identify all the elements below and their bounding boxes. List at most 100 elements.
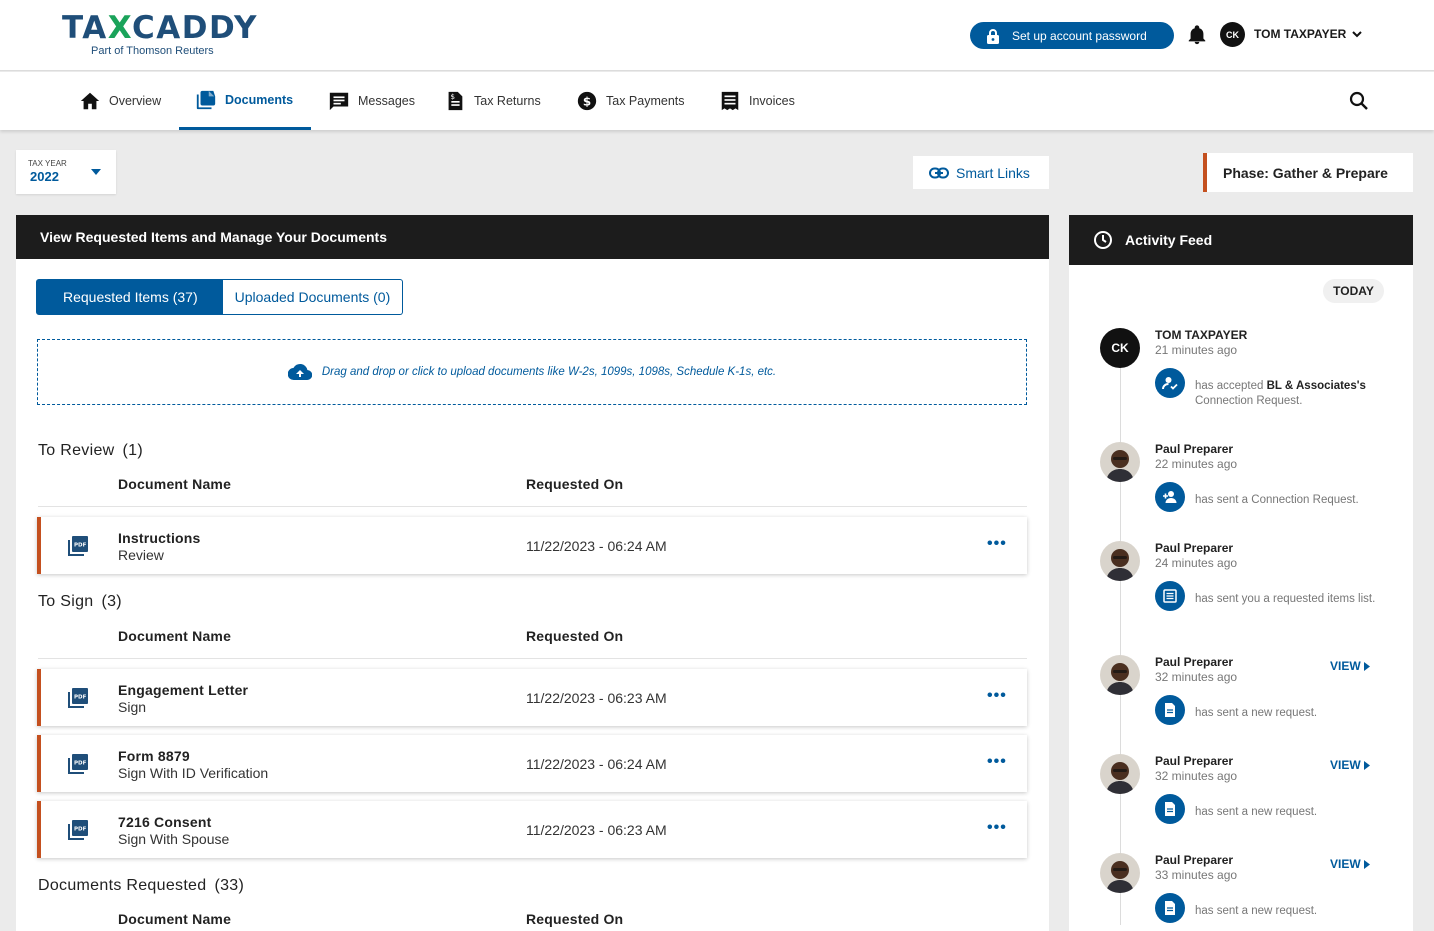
nav-tax-returns-label: Tax Returns — [474, 94, 541, 108]
nav-documents[interactable]: Documents — [179, 72, 311, 130]
dollar-icon: $ — [577, 91, 597, 111]
caret-right-icon — [1363, 661, 1370, 671]
document-name: Engagement Letter — [118, 682, 249, 698]
divider — [38, 658, 1027, 659]
document-row[interactable]: PDF Form 8879 Sign With ID Verification … — [37, 735, 1027, 792]
nav-tax-payments-label: Tax Payments — [606, 94, 685, 108]
col-requested-on: Requested On — [526, 476, 624, 492]
doc-icon — [1155, 794, 1185, 824]
nav-invoices[interactable]: Invoices — [719, 72, 795, 130]
smart-links-label: Smart Links — [956, 164, 1030, 181]
svg-text:$: $ — [583, 95, 591, 109]
doc-icon — [1155, 893, 1185, 923]
feed-entry-time: 21 minutes ago — [1155, 343, 1238, 357]
phase-label: Phase: Gather & Prepare — [1223, 164, 1388, 181]
feed-entry-time: 33 minutes ago — [1155, 868, 1238, 882]
section-documents-requested: Documents Requested (33) — [38, 877, 245, 894]
feed-entry-text: has sent a new request. — [1195, 905, 1318, 917]
chevron-down-icon[interactable] — [1351, 28, 1363, 40]
home-icon — [80, 92, 100, 110]
user-add-icon — [1155, 482, 1185, 512]
col-document-name: Document Name — [118, 911, 232, 927]
document-row[interactable]: PDF Engagement Letter Sign 11/22/2023 - … — [37, 669, 1027, 726]
more-options-icon[interactable]: ••• — [987, 753, 1007, 771]
panel-title: View Requested Items and Manage Your Doc… — [16, 215, 1049, 259]
logo-subtitle: Part of Thomson Reuters — [91, 45, 214, 57]
dropzone-text: Drag and drop or click to upload documen… — [321, 366, 777, 378]
feed-entry-time: 32 minutes ago — [1155, 769, 1238, 783]
tab-requested-items[interactable]: Requested Items (37) — [36, 279, 223, 315]
feed-entry-text: has sent a new request. — [1195, 806, 1318, 818]
pdf-icon: PDF — [68, 688, 88, 708]
bell-icon[interactable] — [1186, 24, 1208, 46]
document-action: Sign — [118, 699, 147, 715]
document-action: Sign With Spouse — [118, 831, 230, 847]
caret-right-icon — [1363, 859, 1370, 869]
col-requested-on: Requested On — [526, 628, 624, 644]
nav-overview-label: Overview — [109, 94, 162, 108]
activity-feed-title: Activity Feed — [1125, 232, 1213, 248]
svg-text:PDF: PDF — [74, 761, 87, 767]
feed-entry-name: Paul Preparer — [1155, 442, 1234, 456]
avatar — [1100, 442, 1140, 482]
document-row[interactable]: PDF 7216 Consent Sign With Spouse 11/22/… — [37, 801, 1027, 858]
col-requested-on: Requested On — [526, 911, 624, 927]
nav-tax-payments[interactable]: $ Tax Payments — [576, 72, 685, 130]
logo-wordmark: TAXCADDY — [62, 10, 258, 46]
lock-icon — [987, 28, 999, 44]
main-nav: Overview Documents Messages $ Tax Return… — [0, 72, 1434, 130]
more-options-icon[interactable]: ••• — [987, 535, 1007, 553]
user-name[interactable]: TOM TAXPAYER — [1254, 27, 1346, 41]
nav-documents-label: Documents — [225, 92, 294, 107]
document-row[interactable]: PDF Instructions Review 11/22/2023 - 06:… — [37, 517, 1027, 574]
svg-text:PDF: PDF — [74, 543, 87, 549]
doc-icon — [1155, 695, 1185, 725]
nav-overview[interactable]: Overview — [79, 72, 161, 130]
link-icon — [929, 167, 949, 178]
set-password-button[interactable]: Set up account password — [970, 22, 1174, 49]
view-link[interactable]: VIEW — [1330, 758, 1370, 772]
caret-down-icon — [91, 169, 101, 175]
avatar — [1100, 541, 1140, 581]
nav-tax-returns[interactable]: $ Tax Returns — [444, 72, 541, 130]
feed-entry-time: 22 minutes ago — [1155, 457, 1238, 471]
feed-entry-text: has accepted BL & Associates's Connectio… — [1195, 380, 1366, 407]
tax-return-icon: $ — [448, 91, 463, 111]
upload-dropzone[interactable]: Drag and drop or click to upload documen… — [37, 339, 1027, 405]
document-date: 11/22/2023 - 06:24 AM — [526, 756, 667, 772]
document-date: 11/22/2023 - 06:23 AM — [526, 690, 667, 706]
document-date: 11/22/2023 - 06:23 AM — [526, 822, 667, 838]
svg-text:PDF: PDF — [74, 695, 87, 701]
more-options-icon[interactable]: ••• — [987, 687, 1007, 705]
document-tabs: Requested Items (37) Uploaded Documents … — [36, 279, 404, 315]
user-avatar[interactable]: CK — [1220, 22, 1245, 47]
feed-entry-name: Paul Preparer — [1155, 853, 1234, 867]
feed-entry-name: Paul Preparer — [1155, 754, 1234, 768]
feed-entry-name: TOM TAXPAYER — [1155, 328, 1248, 342]
tab-uploaded-documents[interactable]: Uploaded Documents (0) — [222, 279, 404, 315]
pdf-icon: PDF — [68, 820, 88, 840]
pdf-icon: PDF — [68, 754, 88, 774]
nav-messages[interactable]: Messages — [328, 72, 415, 130]
feed-entry-name: Paul Preparer — [1155, 541, 1234, 555]
nav-invoices-label: Invoices — [749, 94, 795, 108]
smart-links-button[interactable]: Smart Links — [913, 156, 1049, 189]
avatar — [1100, 853, 1140, 893]
taxcaddy-logo[interactable]: TAXCADDY Part of Thomson Reuters — [62, 12, 258, 57]
document-action: Review — [118, 547, 164, 563]
pdf-icon: PDF — [68, 536, 88, 556]
search-icon[interactable] — [1347, 89, 1371, 113]
document-action: Sign With ID Verification — [118, 765, 269, 781]
activity-feed-panel: Activity Feed TODAY CK TOM TAXPAYER 21 m… — [1069, 215, 1413, 931]
top-bar: TAXCADDY Part of Thomson Reuters Set up … — [0, 0, 1434, 71]
more-options-icon[interactable]: ••• — [987, 819, 1007, 837]
phase-indicator: Phase: Gather & Prepare — [1203, 153, 1413, 192]
avatar — [1100, 754, 1140, 794]
svg-text:$: $ — [450, 92, 455, 101]
tax-year-select[interactable]: TAX YEAR 2022 — [16, 150, 116, 194]
view-link[interactable]: VIEW — [1330, 659, 1370, 673]
documents-panel: View Requested Items and Manage Your Doc… — [16, 215, 1049, 931]
today-badge: TODAY — [1323, 279, 1384, 303]
feed-entry-text: has sent a new request. — [1195, 707, 1318, 719]
view-link[interactable]: VIEW — [1330, 857, 1370, 871]
